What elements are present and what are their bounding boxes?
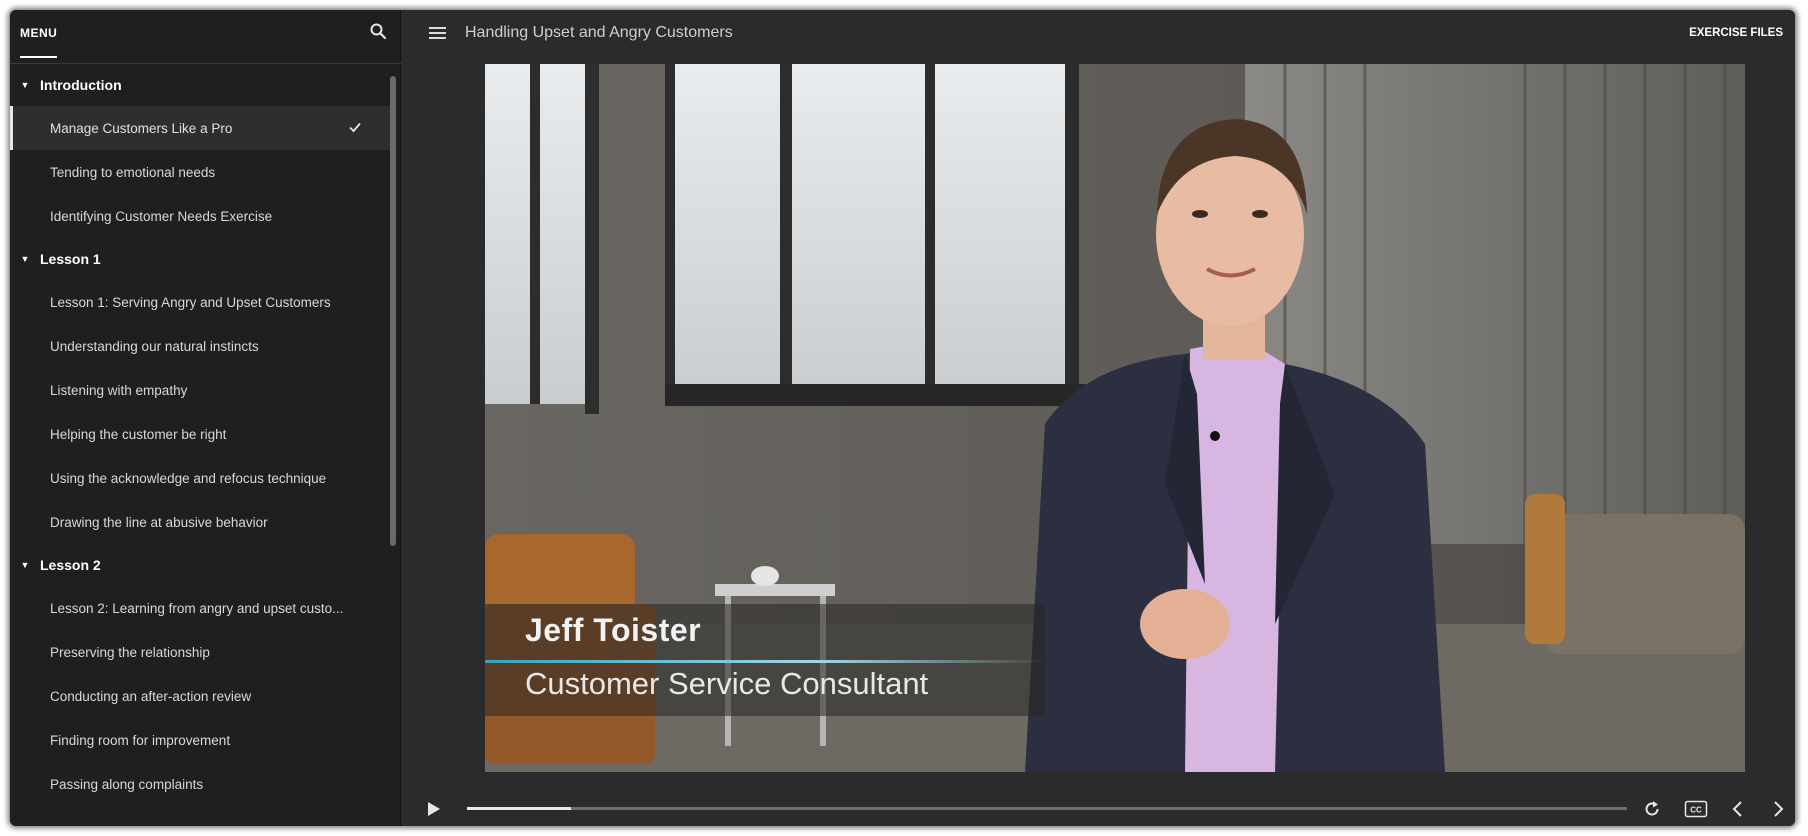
replay-icon[interactable] [1642,799,1662,819]
lesson-label: Tending to emotional needs [50,164,216,180]
course-menu-sidebar: MENU ▼ Introduction Manage Customers Lik… [10,10,401,826]
lesson-label: Listening with empathy [50,382,188,398]
menu-tab[interactable]: MENU [20,26,58,58]
presenter-name: Jeff Toister [525,612,702,648]
hamburger-menu-icon[interactable] [428,23,448,43]
search-icon[interactable] [369,22,387,40]
lesson-label: Passing along complaints [50,776,204,792]
lesson-item[interactable]: Understanding our natural instincts [10,324,390,368]
main-content: Handling Upset and Angry Customers EXERC… [402,10,1795,826]
lesson-label: Finding room for improvement [50,732,231,748]
section-lesson-2[interactable]: ▼ Lesson 2 [10,544,390,586]
lesson-label: Drawing the line at abusive behavior [50,514,268,530]
checkmark-icon [349,122,361,133]
closed-captions-icon[interactable]: CC [1684,800,1708,818]
play-icon[interactable] [426,800,442,818]
accent-line [485,660,1045,663]
lesson-label: Understanding our natural instincts [50,338,259,354]
lesson-item[interactable]: Passing along complaints [10,762,390,806]
lesson-label: Lesson 1: Serving Angry and Upset Custom… [50,294,331,310]
sidebar-scrollbar[interactable] [390,76,396,816]
lesson-label: Manage Customers Like a Pro [50,120,233,136]
svg-text:CC: CC [1690,806,1702,815]
course-player-window: MENU ▼ Introduction Manage Customers Lik… [10,10,1795,826]
section-title: Lesson 2 [40,557,101,573]
player-controls: CC [402,792,1795,826]
lesson-item[interactable]: Tending to emotional needs [10,150,390,194]
scrollbar-thumb[interactable] [390,76,396,546]
lesson-item[interactable]: Using the acknowledge and refocus techni… [10,456,390,500]
lesson-item[interactable]: Conducting an after-action review [10,674,390,718]
presenter-role: Customer Service Consultant [525,666,929,701]
lesson-list: ▼ Introduction Manage Customers Like a P… [10,64,390,826]
name-lower-third: Jeff Toister Customer Service Consultant [485,604,1045,716]
exercise-files-link[interactable]: EXERCISE FILES [1689,27,1783,39]
lesson-label: Preserving the relationship [50,644,210,660]
lesson-label: Using the acknowledge and refocus techni… [50,470,327,486]
lesson-item[interactable]: Identifying Customer Needs Exercise [10,194,390,238]
lesson-label: Lesson 2: Learning from angry and upset … [50,600,344,616]
lesson-item[interactable]: Preserving the relationship [10,630,390,674]
lesson-label: Helping the customer be right [50,426,227,442]
section-title: Lesson 1 [40,251,101,267]
sidebar-header: MENU [10,10,401,64]
lesson-item[interactable]: Drawing the line at abusive behavior [10,500,390,544]
progress-fill [467,807,572,810]
lesson-item[interactable]: Lesson 1: Serving Angry and Upset Custom… [10,280,390,324]
lesson-item[interactable]: Helping the customer be right [10,412,390,456]
previous-icon[interactable] [1730,799,1746,819]
lesson-label: Conducting an after-action review [50,688,252,704]
video-player[interactable]: Jeff Toister Customer Service Consultant [485,64,1745,772]
next-icon[interactable] [1770,799,1786,819]
progress-bar[interactable] [467,807,1627,810]
caret-down-icon: ▼ [20,80,30,90]
top-bar: Handling Upset and Angry Customers EXERC… [402,10,1795,64]
lesson-item[interactable]: Listening with empathy [10,368,390,412]
lesson-item-manage-customers[interactable]: Manage Customers Like a Pro [10,106,390,150]
lesson-label: Identifying Customer Needs Exercise [50,208,273,224]
lesson-item[interactable]: Finding room for improvement [10,718,390,762]
lesson-item[interactable]: Lesson 2: Learning from angry and upset … [10,586,390,630]
caret-down-icon: ▼ [20,560,30,570]
section-introduction[interactable]: ▼ Introduction [10,64,390,106]
course-title: Handling Upset and Angry Customers [465,24,733,41]
section-title: Introduction [40,77,122,93]
caret-down-icon: ▼ [20,254,30,264]
section-lesson-1[interactable]: ▼ Lesson 1 [10,238,390,280]
